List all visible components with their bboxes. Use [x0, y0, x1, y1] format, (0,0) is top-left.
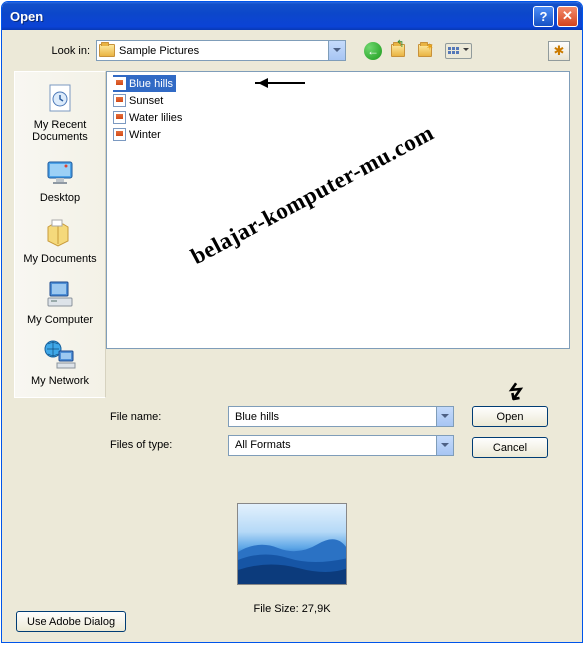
file-list[interactable]: Blue hills Sunset Water lilies Winter be…	[106, 71, 570, 349]
file-item[interactable]: Sunset	[113, 92, 166, 109]
titlebar: Open ? ✕	[2, 2, 582, 30]
chevron-down-icon[interactable]	[328, 41, 345, 60]
mydocs-icon	[43, 216, 77, 250]
image-file-icon	[113, 77, 126, 90]
file-name: Water lilies	[129, 112, 182, 124]
place-label: My Documents	[23, 253, 96, 265]
place-network[interactable]: My Network	[20, 334, 100, 391]
lookin-label: Look in:	[14, 45, 96, 57]
new-folder-icon[interactable]: ✶	[418, 42, 436, 60]
window-title: Open	[10, 9, 530, 24]
place-mycomputer[interactable]: My Computer	[20, 273, 100, 330]
place-label: Desktop	[40, 192, 80, 204]
filetype-label: Files of type:	[110, 439, 228, 451]
mycomputer-icon	[43, 277, 77, 311]
desktop-icon	[43, 155, 77, 189]
file-name: Sunset	[129, 95, 163, 107]
place-mydocs[interactable]: My Documents	[20, 212, 100, 269]
close-button[interactable]: ✕	[557, 6, 578, 27]
place-label: My Network	[31, 375, 89, 387]
file-name: Winter	[129, 129, 161, 141]
file-item[interactable]: Blue hills	[113, 75, 176, 92]
views-button[interactable]	[445, 43, 472, 59]
preview-area: File Size: 27,9K	[14, 503, 570, 615]
file-item[interactable]: Water lilies	[113, 109, 185, 126]
annotation-arrow	[255, 78, 305, 88]
network-icon	[43, 338, 77, 372]
place-recent[interactable]: My Recent Documents	[20, 78, 100, 147]
recent-docs-icon	[43, 82, 77, 116]
place-label: My Recent Documents	[32, 119, 88, 143]
back-icon[interactable]: ←	[364, 42, 382, 60]
folder-icon	[99, 44, 115, 57]
open-dialog: Open ? ✕ Look in: Sample Pictures ← ↰ ✶	[1, 1, 583, 643]
filename-value: Blue hills	[235, 411, 279, 423]
favorites-button[interactable]: ✱	[548, 41, 570, 61]
watermark-text: belajar-komputer-mu.com	[187, 120, 439, 270]
places-bar: My Recent Documents Desktop My Documents	[14, 71, 106, 398]
image-file-icon	[113, 94, 126, 107]
lookin-value: Sample Pictures	[119, 45, 199, 57]
place-desktop[interactable]: Desktop	[20, 151, 100, 208]
file-name: Blue hills	[129, 78, 173, 90]
up-folder-icon[interactable]: ↰	[391, 42, 409, 60]
filetype-value: All Formats	[235, 439, 291, 451]
lookin-combo[interactable]: Sample Pictures	[96, 40, 346, 61]
filetype-combo[interactable]: All Formats	[228, 435, 454, 456]
filename-input[interactable]: Blue hills	[228, 406, 454, 427]
image-file-icon	[113, 111, 126, 124]
chevron-down-icon[interactable]	[436, 407, 453, 426]
chevron-down-icon[interactable]	[436, 436, 453, 455]
thumbnail-image	[237, 503, 347, 585]
filesize-text: File Size: 27,9K	[253, 603, 330, 615]
help-button[interactable]: ?	[533, 6, 554, 27]
filename-label: File name:	[110, 411, 228, 423]
file-item[interactable]: Winter	[113, 126, 164, 143]
use-adobe-dialog-button[interactable]: Use Adobe Dialog	[16, 611, 126, 632]
image-file-icon	[113, 128, 126, 141]
place-label: My Computer	[27, 314, 93, 326]
nav-toolbar: ← ↰ ✶	[364, 42, 472, 60]
cancel-button[interactable]: Cancel	[472, 437, 548, 458]
